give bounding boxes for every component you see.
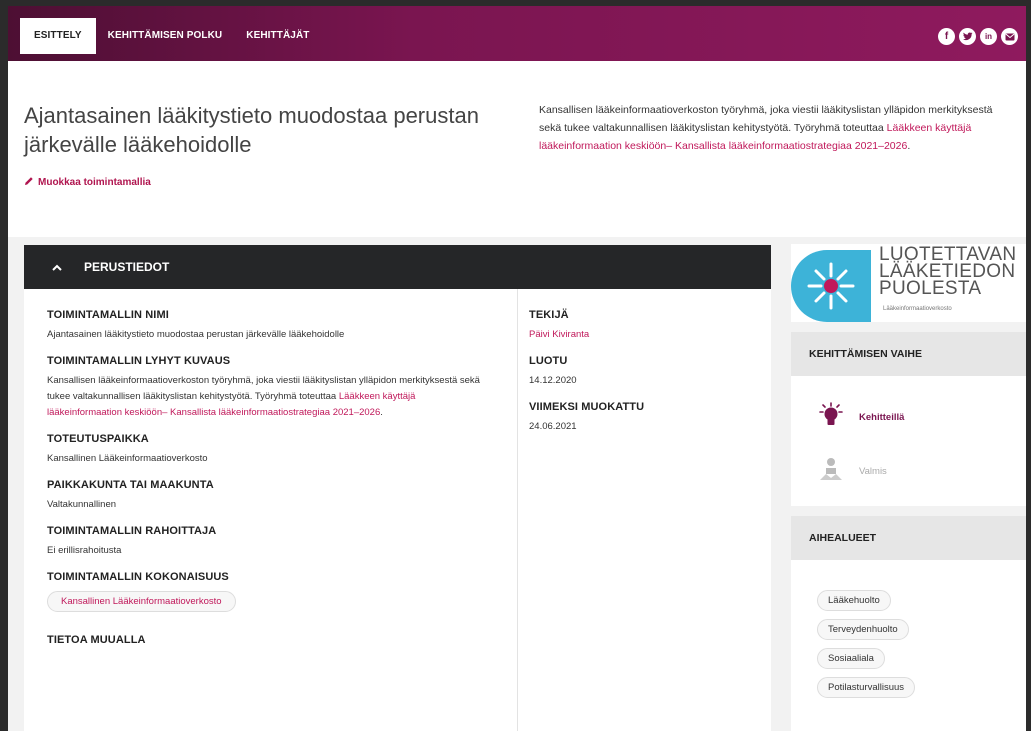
field-elsewhere: TIETOA MUUALLA [47,634,487,646]
field-label: TOIMINTAMALLIN NIMI [47,309,169,321]
topic-tag[interactable]: Lääkehuolto [817,590,891,611]
field-label: TOTEUTUSPAIKKA [47,433,149,445]
development-stage-card: KEHITTÄMISEN VAIHE Kehitteillä Valmis [791,332,1026,506]
field-value: Ajantasainen lääkitystieto muodostaa per… [47,329,345,340]
stage-done-label: Valmis [859,465,887,477]
field-label: TEKIJÄ [529,309,569,321]
page-title: Ajantasainen lääkitystieto muodostaa per… [24,103,479,157]
logo-text: LUOTETTAVAN LÄÄKETIEDON PUOLESTA [879,245,1016,299]
stage-ready: Valmis [791,444,1026,498]
development-stage-title: KEHITTÄMISEN VAIHE [791,332,1026,376]
topic-tag[interactable]: Sosiaaliala [817,648,885,669]
field-short-description: TOIMINTAMALLIN LYHYT KUVAUS Kansallisen … [47,355,487,421]
lightbulb-icon [817,401,845,433]
basic-info-title: PERUSTIEDOT [84,260,170,274]
field-label: TOIMINTAMALLIN RAHOITTAJA [47,525,217,537]
column-divider [517,289,518,731]
logo-emblem [791,250,871,322]
email-icon[interactable] [1001,28,1018,45]
twitter-icon[interactable] [959,28,976,45]
topic-tag[interactable]: Potilasturvallisuus [817,677,916,698]
left-column: TOIMINTAMALLIN NIMI Ajantasainen lääkity… [47,309,487,658]
entity-chip[interactable]: Kansallinen Lääkeinformaatioverkosto [47,591,236,612]
field-label: TOIMINTAMALLIN LYHYT KUVAUS [47,355,231,367]
field-label: TIETOA MUUALLA [47,634,146,646]
hero-description: Kansallisen lääkeinformaatioverkoston ty… [539,101,1009,155]
organization-logo: LUOTETTAVAN LÄÄKETIEDON PUOLESTA Lääkein… [791,244,1026,322]
author-link[interactable]: Päivi Kiviranta [529,327,759,343]
topics-title: AIHEALUEET [791,516,1026,560]
topic-tag[interactable]: Terveydenhuolto [817,619,909,640]
linkedin-icon[interactable]: in [980,28,997,45]
edit-model-label: Muokkaa toimintamallia [38,177,151,188]
hero-section: Ajantasainen lääkitystieto muodostaa per… [8,61,1026,237]
basic-info-panel: PERUSTIEDOT TOIMINTAMALLIN NIMI Ajantasa… [24,245,771,731]
stage-active-label: Kehitteillä [859,411,905,423]
tab-kehittajat[interactable]: KEHITTÄJÄT [234,18,321,54]
logo-line-3: PUOLESTA [879,278,982,299]
hero-description-end: . [907,140,911,152]
short-description-end: . [380,407,383,418]
field-created: LUOTU 14.12.2020 [529,355,759,389]
top-navigation: ESITTELY KEHITTÄMISEN POLKU KEHITTÄJÄT f… [8,6,1026,61]
field-value: 14.12.2020 [529,375,577,386]
field-value: Kansallisen lääkeinformaatioverkoston ty… [47,373,487,421]
field-label: TOIMINTAMALLIN KOKONAISUUS [47,571,229,583]
field-value: Valtakunnallinen [47,499,117,510]
basic-info-header[interactable]: PERUSTIEDOT [24,245,771,289]
person-icon [817,456,845,487]
social-links: f in [938,28,1018,45]
field-value: Ei erillisrahoitusta [47,545,122,556]
field-label: LUOTU [529,355,568,367]
field-place: TOTEUTUSPAIKKA Kansallinen Lääkeinformaa… [47,433,487,467]
pencil-icon [24,176,34,189]
field-label: PAIKKAKUNTA TAI MAAKUNTA [47,479,214,491]
field-modified: VIIMEKSI MUOKATTU 24.06.2021 [529,401,759,435]
logo-subtitle: Lääkeinformaatioverkosto [883,306,952,312]
page: ESITTELY KEHITTÄMISEN POLKU KEHITTÄJÄT f… [8,6,1026,731]
tab-kehittamisen-polku[interactable]: KEHITTÄMISEN POLKU [96,18,235,54]
topics-card: AIHEALUEET Lääkehuolto Terveydenhuolto S… [791,516,1026,731]
field-entity: TOIMINTAMALLIN KOKONAISUUS Kansallinen L… [47,571,487,612]
field-name: TOIMINTAMALLIN NIMI Ajantasainen lääkity… [47,309,487,343]
tab-esittely[interactable]: ESITTELY [20,17,96,54]
field-value: Kansallinen Lääkeinformaatioverkosto [47,453,208,464]
right-column: TEKIJÄ Päivi Kiviranta LUOTU 14.12.2020 … [529,309,759,447]
field-value: 24.06.2021 [529,421,577,432]
chevron-up-icon [52,260,62,274]
facebook-icon[interactable]: f [938,28,955,45]
field-author: TEKIJÄ Päivi Kiviranta [529,309,759,343]
field-funder: TOIMINTAMALLIN RAHOITTAJA Ei erillisraho… [47,525,487,559]
edit-model-link[interactable]: Muokkaa toimintamallia [24,176,151,189]
field-region: PAIKKAKUNTA TAI MAAKUNTA Valtakunnalline… [47,479,487,513]
stage-in-development: Kehitteillä [791,390,1026,444]
field-label: VIIMEKSI MUOKATTU [529,401,645,413]
